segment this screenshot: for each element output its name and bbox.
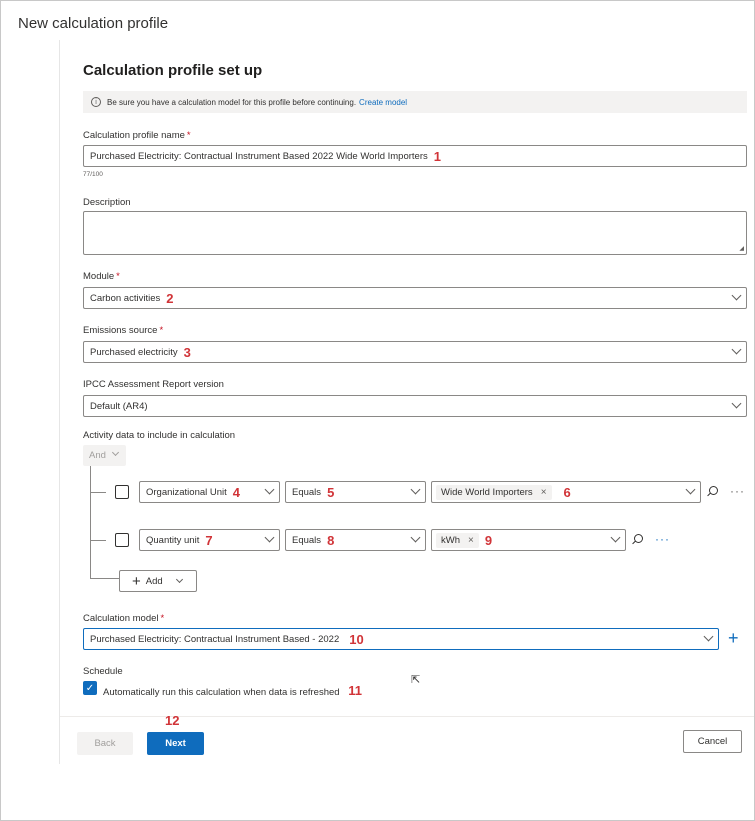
chevron-down-icon: [703, 631, 714, 642]
ipcc-select[interactable]: Default (AR4): [83, 395, 747, 417]
and-operator-dropdown[interactable]: And: [83, 445, 126, 466]
tree-connector: [90, 578, 119, 579]
module-label-text: Module: [83, 271, 115, 282]
value-tag-label: Wide World Importers: [441, 486, 533, 498]
calc-model-select[interactable]: Purchased Electricity: Contractual Instr…: [83, 628, 719, 650]
value-tag: Wide World Importers ×: [436, 484, 552, 500]
calc-model-label-text: Calculation model: [83, 613, 159, 624]
and-operator-value: And: [89, 450, 106, 461]
emissions-source-label-text: Emissions source: [83, 325, 158, 336]
add-label: Add: [145, 575, 163, 587]
tree-connector: [90, 466, 91, 578]
search-icon[interactable]: [634, 534, 643, 543]
chevron-down-icon: [610, 532, 621, 543]
more-options-icon[interactable]: ···: [655, 532, 670, 546]
info-text: Be sure you have a calculation model for…: [107, 97, 357, 107]
chevron-down-icon: [111, 448, 120, 457]
annotation-marker: 1: [433, 148, 441, 164]
chevron-down-icon: [264, 484, 275, 495]
info-banner: i Be sure you have a calculation model f…: [83, 91, 747, 113]
section-title: Calculation profile set up: [83, 62, 263, 79]
create-model-link[interactable]: Create model: [359, 98, 407, 107]
mouse-cursor-icon: ⇱: [411, 674, 421, 686]
annotation-marker: 4: [232, 484, 241, 500]
value-tag-label: kWh: [441, 534, 460, 546]
chevron-down-icon: [264, 532, 275, 543]
add-model-icon[interactable]: +: [728, 628, 739, 649]
module-value: Carbon activities: [90, 292, 161, 304]
condition-field-value: Quantity unit: [146, 534, 200, 546]
chevron-down-icon: [731, 398, 742, 409]
auto-run-label: Automatically run this calculation when …: [103, 683, 362, 698]
description-textarea[interactable]: ◢: [83, 211, 747, 255]
ipcc-value: Default (AR4): [90, 400, 148, 412]
chevron-down-icon: [410, 484, 421, 495]
required-marker: *: [116, 271, 120, 282]
required-marker: *: [186, 130, 191, 141]
activity-label: Activity data to include in calculation: [83, 430, 236, 441]
back-button[interactable]: Back: [77, 732, 133, 755]
condition-operator-select[interactable]: Equals 8: [285, 529, 426, 551]
profile-name-label: Calculation profile name *: [83, 130, 191, 141]
description-label: Description: [83, 197, 131, 208]
chevron-down-icon: [175, 575, 184, 584]
profile-name-input[interactable]: Purchased Electricity: Contractual Instr…: [83, 145, 747, 167]
annotation-marker: 6: [563, 484, 571, 500]
add-condition-button[interactable]: + Add: [119, 570, 197, 592]
annotation-marker: 2: [166, 290, 174, 306]
required-marker: *: [160, 613, 165, 624]
calc-model-label: Calculation model *: [83, 613, 164, 624]
close-icon[interactable]: ×: [541, 487, 547, 498]
emissions-source-select[interactable]: Purchased electricity 3: [83, 341, 747, 363]
required-marker: *: [159, 325, 164, 336]
annotation-marker: 8: [327, 532, 335, 548]
auto-run-checkbox[interactable]: ✓: [83, 681, 97, 695]
more-options-icon[interactable]: ···: [730, 484, 745, 498]
tree-connector: [90, 540, 106, 541]
emissions-source-label: Emissions source *: [83, 325, 163, 336]
condition-field-value: Organizational Unit: [146, 486, 227, 498]
annotation-marker: 5: [327, 484, 335, 500]
chevron-down-icon: [410, 532, 421, 543]
condition-field-select[interactable]: Quantity unit 7: [139, 529, 280, 551]
resize-handle-icon[interactable]: ◢: [739, 245, 744, 252]
auto-run-label-text: Automatically run this calculation when …: [103, 687, 340, 698]
annotation-marker: 12: [165, 713, 180, 728]
annotation-marker: 9: [484, 532, 493, 548]
profile-name-label-text: Calculation profile name: [83, 130, 185, 141]
condition-operator-value: Equals: [292, 534, 322, 546]
module-label: Module *: [83, 271, 120, 282]
annotation-marker: 10: [349, 631, 364, 647]
condition-operator-value: Equals: [292, 486, 322, 498]
chevron-down-icon: [731, 344, 742, 355]
condition-value-select[interactable]: Wide World Importers × 6: [431, 481, 701, 503]
condition-field-select[interactable]: Organizational Unit 4: [139, 481, 280, 503]
chevron-down-icon: [685, 484, 696, 495]
tree-connector: [90, 492, 106, 493]
annotation-marker: 11: [348, 683, 362, 698]
module-select[interactable]: Carbon activities 2: [83, 287, 747, 309]
profile-name-value: Purchased Electricity: Contractual Instr…: [90, 150, 428, 162]
calc-model-value: Purchased Electricity: Contractual Instr…: [90, 633, 340, 645]
close-icon[interactable]: ×: [468, 535, 474, 546]
search-icon[interactable]: [709, 486, 718, 495]
chevron-down-icon: [731, 290, 742, 301]
row-checkbox[interactable]: [115, 485, 129, 499]
ipcc-label: IPCC Assessment Report version: [83, 379, 224, 390]
emissions-source-value: Purchased electricity: [90, 346, 178, 358]
condition-value-select[interactable]: kWh × 9: [431, 529, 626, 551]
info-icon: i: [91, 97, 101, 107]
value-tag: kWh ×: [436, 532, 479, 548]
character-counter: 77/100: [83, 171, 103, 178]
annotation-marker: 3: [183, 344, 191, 360]
cancel-button[interactable]: Cancel: [683, 730, 742, 753]
condition-operator-select[interactable]: Equals 5: [285, 481, 426, 503]
schedule-label: Schedule: [83, 666, 123, 677]
window-title: New calculation profile: [18, 15, 169, 32]
annotation-marker: 7: [205, 532, 213, 548]
next-button[interactable]: Next: [147, 732, 204, 755]
plus-icon: +: [132, 572, 141, 590]
row-checkbox[interactable]: [115, 533, 129, 547]
content-divider: [59, 40, 60, 764]
